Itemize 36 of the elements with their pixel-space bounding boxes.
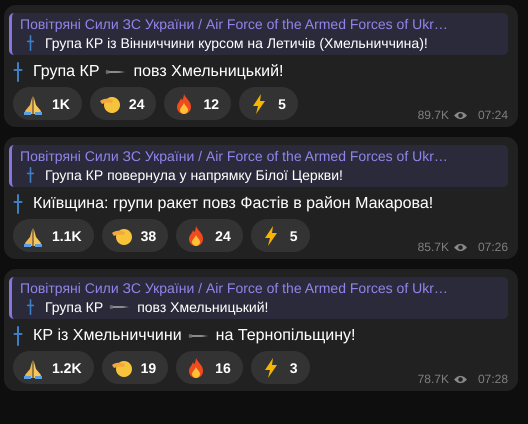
- reply-text: Група КР із Вінниччини курсом на Летичів (Хмельниччина)!: [45, 35, 428, 51]
- reply-text: повз Хмельницький!: [137, 299, 268, 315]
- view-count: 89.7K: [418, 108, 449, 122]
- reply-quote[interactable]: Повітряні Сили ЗС України / Air Force of the Armed Forces of Ukr… Група КР повернула у напрямку Білої Церкви!: [9, 145, 508, 187]
- reply-text: Група КР повернула у напрямку Білої Церкви!: [45, 167, 343, 183]
- reaction-button[interactable]: 5: [239, 87, 298, 120]
- reaction-button[interactable]: 19: [102, 351, 168, 384]
- reaction-button[interactable]: 5: [250, 219, 310, 252]
- reaction-button[interactable]: 3: [250, 351, 310, 384]
- reaction-button[interactable]: 1.2K: [13, 351, 94, 384]
- reaction-button[interactable]: 12: [164, 87, 232, 120]
- message-time: 07:26: [478, 240, 508, 254]
- reaction-button[interactable]: 38: [102, 219, 168, 252]
- message-time: 07:24: [478, 108, 508, 122]
- reaction-button[interactable]: 16: [176, 351, 243, 384]
- reply-author: Повітряні Сили ЗС України / Air Force of the Armed Forces of Ukr…: [20, 280, 449, 296]
- message-text: Київщина: групи ракет повз Фастів в район Макарова!: [33, 195, 434, 213]
- reply-text: Група КР: [45, 299, 104, 315]
- reply-quote[interactable]: Повітряні Сили ЗС України / Air Force of the Armed Forces of Ukr… Група КР повз Хмельницький!: [9, 277, 508, 319]
- view-count: 78.7K: [418, 372, 449, 386]
- reaction-button[interactable]: 24: [176, 219, 243, 252]
- reaction-button[interactable]: 1.1K: [13, 219, 94, 252]
- eye-icon: [452, 110, 468, 120]
- message-text: Група КР: [33, 63, 100, 81]
- message-text: КР із Хмельниччини: [33, 327, 182, 345]
- message-time: 07:28: [478, 372, 508, 386]
- reply-author: Повітряні Сили ЗС України / Air Force of the Armed Forces of Ukr…: [20, 16, 449, 32]
- reaction-button[interactable]: 24: [90, 87, 156, 120]
- reply-author: Повітряні Сили ЗС України / Air Force of the Armed Forces of Ukr…: [20, 148, 449, 164]
- view-count: 85.7K: [418, 240, 449, 254]
- message-text: повз Хмельницький!: [133, 63, 284, 81]
- message-text: на Тернопільщину!: [216, 327, 356, 345]
- reply-quote[interactable]: Повітряні Сили ЗС України / Air Force of the Armed Forces of Ukr… Група КР із Вінниччини курсом на Летичів (Хмельниччина)!: [9, 13, 508, 55]
- eye-icon: [452, 374, 468, 384]
- eye-icon: [452, 242, 468, 252]
- reaction-button[interactable]: 1K: [13, 87, 82, 120]
